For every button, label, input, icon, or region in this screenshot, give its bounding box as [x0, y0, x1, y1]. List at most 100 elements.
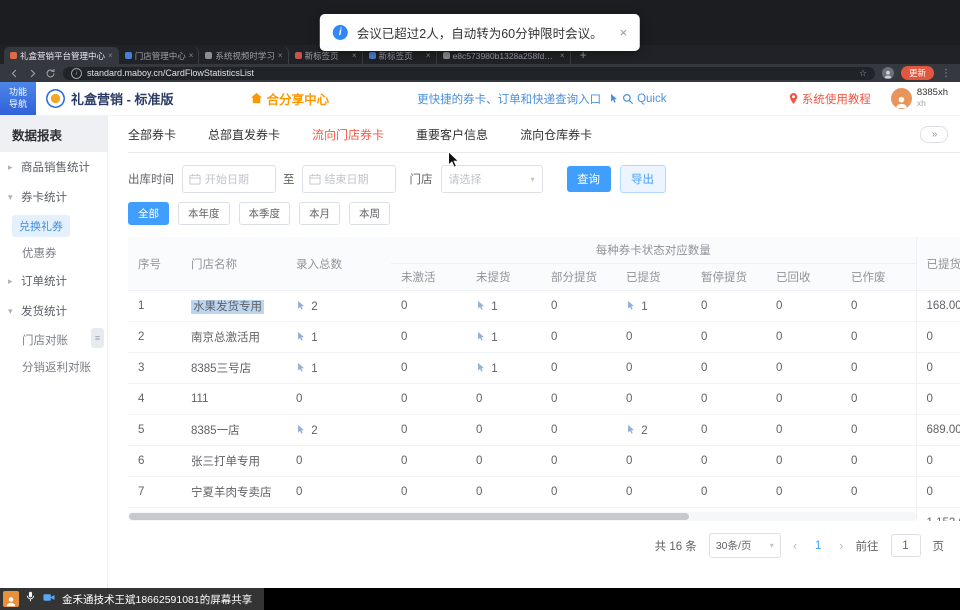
quick-filter-button[interactable]: 本年度 [178, 202, 230, 225]
quick-search[interactable]: Quick [609, 93, 666, 105]
function-nav-button[interactable]: 功能 导航 [0, 82, 36, 115]
goto-page-input[interactable]: 1 [891, 534, 921, 557]
collapse-panel-button[interactable]: » [920, 126, 948, 143]
table-cell: 0 [841, 477, 916, 508]
bookmark-star-icon[interactable]: ☆ [859, 68, 867, 79]
sidebar-group[interactable]: ▾发货统计 [0, 296, 107, 326]
table-cell: 0 [841, 384, 916, 415]
caret-down-icon: ▾ [8, 306, 16, 317]
quick-filter-button[interactable]: 本月 [299, 202, 340, 225]
screen: 礼盒营销平台管理中心×门店管理中心×系统视频时学习×新标签页×新标签页×e8c5… [0, 0, 960, 610]
chevron-down-icon: ▾ [530, 175, 534, 184]
scrollbar-thumb[interactable] [129, 513, 689, 520]
browser-tab[interactable]: 门店管理中心× [119, 47, 200, 64]
content-tab[interactable]: 重要客户信息 [416, 126, 488, 143]
tab-favicon [125, 52, 132, 59]
sidebar-item[interactable]: 优惠券 [0, 239, 107, 266]
start-date-input[interactable]: 开始日期 [182, 165, 276, 193]
tab-close-icon[interactable]: × [352, 51, 357, 60]
table-cell: 0 [841, 291, 916, 322]
back-icon[interactable] [9, 68, 20, 79]
table-cell: 0 [841, 415, 916, 446]
browser-tab[interactable]: 系统视频时学习× [199, 47, 288, 64]
sidebar-item[interactable]: 兑换礼券 [0, 212, 107, 239]
table-cell: 0 [691, 291, 766, 322]
calendar-icon [309, 173, 321, 185]
reload-icon[interactable] [45, 68, 56, 79]
content-tab[interactable]: 流向仓库券卡 [520, 126, 592, 143]
store-filter-label: 门店 [410, 171, 433, 187]
content-tab[interactable]: 流向门店券卡 [312, 126, 384, 143]
next-page-button[interactable]: › [839, 538, 843, 553]
browser-menu-icon[interactable]: ⋮ [941, 68, 951, 79]
column-header: 暂停提货 [691, 264, 766, 291]
tab-title: 新标签页 [305, 50, 349, 62]
table-cell[interactable]: 1 [466, 291, 541, 322]
quick-filter-button[interactable]: 本季度 [239, 202, 291, 225]
table-cell: 0 [616, 477, 691, 508]
column-header: 门店名称 [181, 237, 286, 291]
table-cell: 0 [541, 353, 616, 384]
sidebar-item[interactable]: 分销返利对账 [0, 353, 107, 380]
tab-close-icon[interactable]: × [278, 51, 283, 60]
user-avatar [891, 88, 912, 109]
page-number[interactable]: 1 [809, 536, 827, 556]
table-cell: 0 [541, 446, 616, 477]
table-cell: 0 [616, 446, 691, 477]
tab-title: e8c573980b1328a258fd2e6fl [453, 51, 557, 61]
table-cell: 0 [391, 384, 466, 415]
quick-filter-button[interactable]: 全部 [128, 202, 169, 225]
toast-close-icon[interactable]: × [620, 25, 628, 40]
site-info-icon[interactable]: i [71, 68, 82, 79]
end-date-input[interactable]: 结束日期 [302, 165, 396, 193]
address-bar[interactable]: i standard.maboy.cn/CardFlowStatisticsLi… [63, 67, 875, 80]
content-tab[interactable]: 全部券卡 [128, 126, 176, 143]
horizontal-scrollbar[interactable] [128, 512, 916, 521]
cell-index: 3 [128, 353, 181, 384]
prev-page-button[interactable]: ‹ [793, 538, 797, 553]
table-cell: 0 [391, 415, 466, 446]
table-cell[interactable]: 1 [466, 353, 541, 384]
column-header: 已提货金额 [916, 237, 960, 291]
browser-tab[interactable]: 礼盒营销平台管理中心× [4, 47, 119, 64]
table-cell[interactable]: 1 [616, 291, 691, 322]
table-cell[interactable]: 2 [616, 415, 691, 446]
forward-icon[interactable] [27, 68, 38, 79]
browser-update-button[interactable]: 更新 [901, 66, 934, 80]
export-button[interactable]: 导出 [620, 165, 666, 193]
user-menu[interactable]: 8385xh xh [891, 88, 948, 109]
brand: 礼盒营销 - 标准版 [46, 89, 174, 108]
table-cell: 0 [616, 353, 691, 384]
store-select[interactable]: 请选择 ▾ [441, 165, 543, 193]
cell-amount: 689.00 [916, 415, 960, 446]
tab-close-icon[interactable]: × [108, 51, 113, 60]
link-cursor-icon [296, 424, 306, 435]
table-cell[interactable]: 1 [286, 353, 391, 384]
table-cell: 0 [466, 477, 541, 508]
tab-close-icon[interactable]: × [189, 51, 194, 60]
tab-close-icon[interactable]: × [560, 51, 565, 60]
tutorial-link[interactable]: 系统使用教程 [788, 91, 871, 107]
cell-index: 2 [128, 322, 181, 353]
table-cell[interactable]: 1 [286, 322, 391, 353]
sidebar-group[interactable]: ▸商品销售统计 [0, 152, 107, 182]
sidebar-group[interactable]: ▸订单统计 [0, 266, 107, 296]
link-cursor-icon [626, 424, 636, 435]
quick-entry-tip[interactable]: 更快捷的券卡、订单和快递查询入口 [417, 91, 601, 107]
table-cell[interactable]: 1 [466, 322, 541, 353]
sidebar-group[interactable]: ▾券卡统计 [0, 182, 107, 212]
page-size-select[interactable]: 30条/页 ▾ [709, 533, 781, 558]
share-center-link[interactable]: 合分享中心 [250, 89, 330, 108]
quick-filter-button[interactable]: 本周 [349, 202, 390, 225]
browser-profile-avatar[interactable] [882, 67, 894, 79]
sidebar-drag-handle[interactable]: ≡ [91, 328, 104, 348]
table-cell: 0 [691, 384, 766, 415]
cell-index: 5 [128, 415, 181, 446]
search-button[interactable]: 查询 [567, 166, 611, 192]
pagination: 共 16 条 30条/页 ▾ ‹ 1 › 前往 1 页 [128, 533, 960, 558]
table-cell[interactable]: 2 [286, 291, 391, 322]
table-cell[interactable]: 2 [286, 415, 391, 446]
table-cell: 0 [766, 477, 841, 508]
tab-close-icon[interactable]: × [426, 51, 431, 60]
content-tab[interactable]: 总部直发券卡 [208, 126, 280, 143]
